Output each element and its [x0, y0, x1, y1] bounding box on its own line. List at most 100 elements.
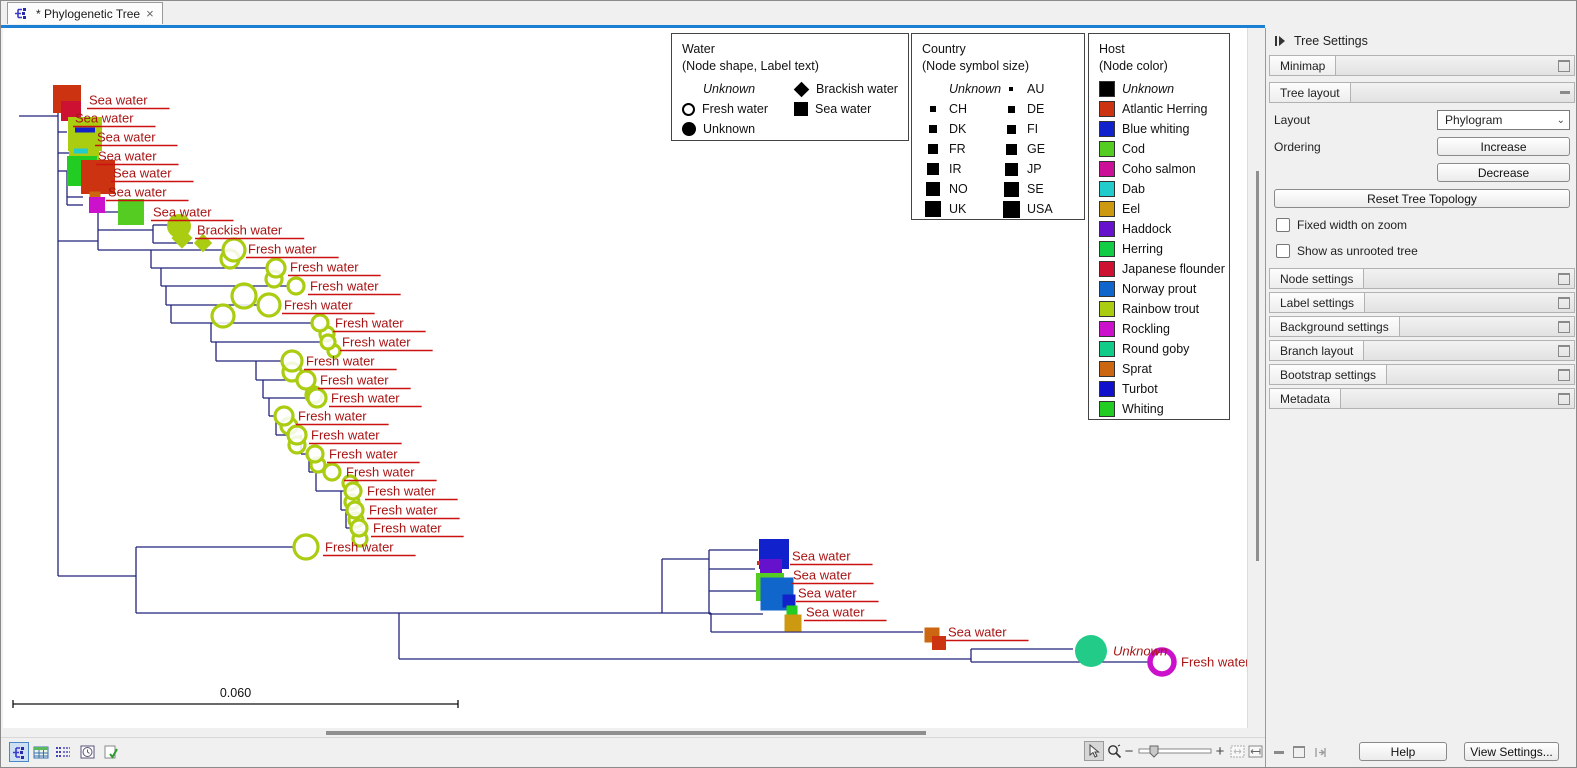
history-view-icon[interactable] — [77, 742, 97, 762]
collapse-panel-icon[interactable] — [1274, 35, 1286, 47]
legend-item: SE — [1002, 179, 1084, 199]
horizontal-scrollbar-thumb[interactable] — [326, 731, 926, 735]
square-symbol — [927, 163, 939, 175]
help-button[interactable]: Help — [1359, 742, 1447, 761]
restore-icon[interactable] — [1558, 272, 1570, 285]
restore-icon[interactable] — [1558, 368, 1570, 381]
reset-tree-topology-button[interactable]: Reset Tree Topology — [1274, 189, 1570, 208]
vertical-scrollbar[interactable] — [1247, 28, 1265, 728]
increase-button[interactable]: Increase — [1437, 137, 1570, 156]
tree-node-filled-circle — [1075, 635, 1107, 667]
sidebar-bottom-bar: Help View Settings... — [1266, 742, 1576, 764]
legend-item: Eel — [1099, 199, 1229, 219]
tree-leaf-label: Fresh water — [373, 521, 442, 536]
restore-icon[interactable] — [1558, 320, 1570, 333]
unrooted-tree-checkbox[interactable] — [1276, 244, 1290, 258]
restore-icon[interactable] — [1558, 296, 1570, 309]
element-info-icon[interactable] — [101, 742, 121, 762]
tree-leaf-label: Sea water — [98, 149, 157, 164]
tree-node-open-circle — [310, 313, 330, 333]
zoom-100-icon[interactable] — [1247, 741, 1264, 761]
legend-item-label: UK — [949, 202, 967, 216]
decrease-button[interactable]: Decrease — [1437, 163, 1570, 182]
color-swatch — [1099, 381, 1115, 397]
section-bootstrap-settings[interactable]: Bootstrap settings — [1269, 364, 1575, 385]
tree-leaf-label: Fresh water — [369, 503, 438, 518]
tree-node-open-circle — [230, 282, 258, 310]
tree-view-icon[interactable] — [9, 742, 29, 762]
legend-item-label: GE — [1027, 142, 1046, 156]
tree-node-open-circle — [345, 500, 365, 520]
tree-node-open-circle — [343, 481, 363, 501]
table-view-icon[interactable] — [31, 742, 51, 762]
tab-phylogenetic-tree[interactable]: * Phylogenetic Tree × — [7, 2, 163, 24]
legend-item-label: IR — [949, 162, 962, 176]
legend-item-label: Haddock — [1122, 222, 1172, 236]
tree-leaf-label: Fresh water — [331, 391, 400, 406]
legend-item-label: DE — [1027, 102, 1045, 116]
fixed-width-label: Fixed width on zoom — [1297, 218, 1408, 232]
legend-country-subtitle: (Node symbol size) — [922, 59, 1029, 73]
cursor-icon[interactable] — [1084, 741, 1104, 761]
section-label-settings[interactable]: Label settings — [1269, 292, 1575, 313]
tree-leaf-label: Sea water — [108, 185, 167, 200]
square-symbol — [926, 182, 940, 196]
color-swatch — [1099, 221, 1115, 237]
restore-sidebar-icon[interactable] — [1293, 746, 1305, 758]
legend-item: Sprat — [1099, 359, 1229, 379]
restore-icon[interactable] — [1558, 392, 1570, 405]
vertical-scrollbar-thumb[interactable] — [1256, 171, 1259, 561]
square-symbol — [1003, 181, 1019, 197]
section-minimap[interactable]: Minimap — [1269, 55, 1575, 76]
section-tree-layout[interactable]: Tree layout — [1269, 82, 1575, 103]
zoom-magnifier-icon[interactable] — [1105, 741, 1123, 761]
tree-node-open-circle — [210, 303, 236, 329]
section-background-settings[interactable]: Background settings — [1269, 316, 1575, 337]
tree-leaf-label: Fresh water — [310, 279, 379, 294]
legend-item-label: Dab — [1122, 182, 1145, 196]
legend-item-label: FR — [949, 142, 966, 156]
zoom-in-icon[interactable]: + — [1214, 741, 1226, 761]
tree-leaf-label: Sea water — [97, 130, 156, 145]
view-settings-button[interactable]: View Settings... — [1464, 742, 1559, 761]
tree-leaf-label: Fresh water — [325, 540, 394, 555]
zoom-slider[interactable] — [1138, 741, 1212, 761]
layout-label: Layout — [1274, 113, 1311, 127]
legend-item: Round goby — [1099, 339, 1229, 359]
section-metadata[interactable]: Metadata — [1269, 388, 1575, 409]
color-swatch — [1099, 261, 1115, 277]
legend-item: Whiting — [1099, 399, 1229, 419]
legend-item: Unknown — [1099, 79, 1229, 99]
horizontal-scrollbar[interactable] — [3, 728, 1247, 737]
legend-item-label: Norway prout — [1122, 282, 1197, 296]
legend-item-label: Sea water — [815, 102, 872, 116]
restore-icon[interactable] — [1558, 344, 1570, 357]
square-symbol — [930, 106, 936, 112]
tree-canvas[interactable]: Sea water Sea water Sea water Sea water Sea … — [3, 28, 1247, 728]
section-branch-layout[interactable]: Branch layout — [1269, 340, 1575, 361]
legend-item: DK — [924, 119, 1002, 139]
square-symbol — [928, 144, 938, 154]
minimize-icon[interactable] — [1560, 91, 1570, 94]
legend-item: JP — [1002, 159, 1084, 179]
zoom-out-icon[interactable]: − — [1123, 741, 1135, 761]
minimize-sidebar-icon[interactable] — [1274, 750, 1284, 754]
tree-node-open-circle — [295, 369, 317, 391]
section-node-settings[interactable]: Node settings — [1269, 268, 1575, 289]
restore-icon[interactable] — [1558, 59, 1570, 72]
tree-node-open-circle — [286, 276, 306, 296]
layout-select[interactable]: Phylogram ⌄ — [1437, 110, 1570, 130]
alignment-view-icon[interactable] — [53, 742, 73, 762]
legend-water-title: Water — [682, 42, 715, 56]
scalebar-label: 0.060 — [220, 686, 251, 700]
tree-node-open-circle — [280, 349, 304, 373]
fixed-width-checkbox[interactable] — [1276, 218, 1290, 232]
legend-item-label: AU — [1027, 82, 1045, 96]
fit-width-icon[interactable] — [1229, 741, 1246, 761]
dock-panel-icon[interactable] — [1314, 747, 1326, 758]
legend-item: USA — [1002, 199, 1084, 219]
legend-item-label: Blue whiting — [1122, 122, 1190, 136]
tab-close-icon[interactable]: × — [146, 7, 154, 20]
legend-water-subtitle: (Node shape, Label text) — [682, 59, 819, 73]
bottom-toolbar: − + — [1, 737, 1265, 767]
